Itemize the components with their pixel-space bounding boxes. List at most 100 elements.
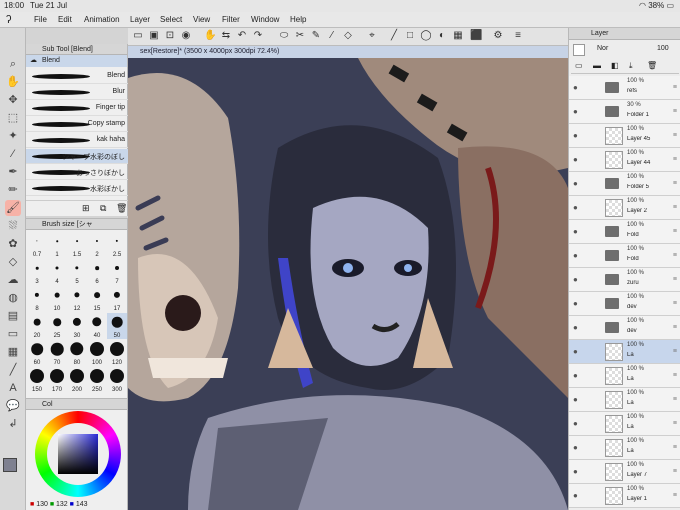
subtool-active-tab[interactable]: ☁ Blend (26, 55, 127, 67)
undo-icon[interactable]: ↶ (236, 30, 248, 42)
brush-size-option[interactable]: 0.7 (27, 232, 47, 258)
layer-drag-handle-icon[interactable]: ≡ (673, 204, 677, 211)
layer-row[interactable]: ● 100 % Layer 44 ≡ (569, 148, 680, 172)
visibility-eye-icon[interactable]: ● (573, 227, 583, 237)
layer-row[interactable]: ● 100 % La ≡ (569, 412, 680, 436)
new-layer-icon[interactable]: ▭ (575, 61, 583, 70)
hand-icon[interactable]: ✋ (204, 30, 216, 42)
copy-subtool-icon[interactable]: ⧉ (100, 203, 106, 214)
delete-subtool-icon[interactable]: 🗑 (116, 203, 127, 214)
gradient-tool-icon[interactable]: ▤ (5, 308, 21, 324)
visibility-eye-icon[interactable]: ● (573, 371, 583, 381)
decoration-tool-icon[interactable]: ✿ (5, 236, 21, 252)
eyedropper-icon[interactable]: ⁄ (326, 30, 338, 42)
hand-tool-icon[interactable]: ✋ (5, 74, 21, 90)
layer-drag-handle-icon[interactable]: ≡ (673, 84, 677, 91)
layer-drag-handle-icon[interactable]: ≡ (673, 372, 677, 379)
balloon-tool-icon[interactable]: 💬 (5, 398, 21, 414)
layer-row[interactable]: ● 100 % La ≡ (569, 364, 680, 388)
visibility-eye-icon[interactable]: ● (573, 299, 583, 309)
layer-row[interactable]: ● 30 % Folder 1 ≡ (569, 100, 680, 124)
eraser-tool-icon[interactable]: ◇ (5, 254, 21, 270)
brush-size-option[interactable]: 50 (107, 313, 127, 339)
text-tool-icon[interactable]: A (5, 380, 21, 396)
brush-size-option[interactable]: 70 (47, 340, 67, 366)
visibility-eye-icon[interactable]: ● (573, 83, 583, 93)
layer-drag-handle-icon[interactable]: ≡ (673, 180, 677, 187)
ellipse-icon[interactable]: ◯ (420, 30, 432, 42)
fill-bucket-icon[interactable]: ◐ (436, 30, 448, 42)
main-color-swatch[interactable] (3, 458, 17, 472)
brush-size-option[interactable]: 40 (87, 313, 107, 339)
brush-size-option[interactable]: 120 (107, 340, 127, 366)
visibility-eye-icon[interactable]: ● (573, 251, 583, 261)
layer-color-icon[interactable] (573, 44, 585, 56)
brush-size-option[interactable]: 1.5 (67, 232, 87, 258)
brush-item[interactable]: あっさりぼかし (26, 165, 128, 180)
app-logo-icon[interactable]: ʔ (6, 14, 12, 26)
layer-row[interactable]: ● 100 % dev ≡ (569, 292, 680, 316)
brush-item[interactable]: Blur (26, 85, 128, 100)
brush-size-option[interactable]: 60 (27, 340, 47, 366)
menu-file[interactable]: File (34, 15, 47, 24)
canvas-area[interactable]: sex[Restore]* (3500 x 4000px 300dpi 72.4… (128, 46, 568, 510)
layer-row[interactable]: ● 100 % Layer 2 ≡ (569, 196, 680, 220)
brush-size-option[interactable]: 8 (27, 286, 47, 312)
opacity-value[interactable]: 100 (657, 45, 669, 52)
layer-drag-handle-icon[interactable]: ≡ (673, 108, 677, 115)
line-icon[interactable]: ╱ (388, 30, 400, 42)
layer-row[interactable]: ● 100 % zuru ≡ (569, 268, 680, 292)
brush-size-option[interactable]: 4 (47, 259, 67, 285)
layer-row[interactable]: ● 100 % Layer 7 ≡ (569, 460, 680, 484)
brush-size-option[interactable]: 3 (27, 259, 47, 285)
menu-edit[interactable]: Edit (58, 15, 72, 24)
saturation-value-square[interactable] (58, 434, 98, 474)
visibility-eye-icon[interactable]: ● (573, 467, 583, 477)
brush-size-option[interactable]: 1 (47, 232, 67, 258)
layer-drag-handle-icon[interactable]: ≡ (673, 132, 677, 139)
layer-row[interactable]: ● 100 % Fold ≡ (569, 244, 680, 268)
new-folder-icon[interactable]: ▬ (593, 61, 601, 70)
move-tool-icon[interactable]: ✥ (5, 92, 21, 108)
menu-select[interactable]: Select (160, 15, 182, 24)
mirror-icon[interactable]: ⇆ (220, 30, 232, 42)
cut-icon[interactable]: ✂ (294, 30, 306, 42)
visibility-eye-icon[interactable]: ● (573, 395, 583, 405)
brush-size-option[interactable]: 2.5 (107, 232, 127, 258)
brush-size-option[interactable]: 80 (67, 340, 87, 366)
visibility-eye-icon[interactable]: ● (573, 203, 583, 213)
rect-icon[interactable]: □ (404, 30, 416, 42)
layer-row[interactable]: ● 100 % La ≡ (569, 436, 680, 460)
menu-filter[interactable]: Filter (222, 15, 240, 24)
menu-animation[interactable]: Animation (84, 15, 120, 24)
layer-drag-handle-icon[interactable]: ≡ (673, 228, 677, 235)
layer-row[interactable]: ● 100 % Folder 5 ≡ (569, 172, 680, 196)
correct-line-tool-icon[interactable]: ↲ (5, 416, 21, 432)
fill-icon[interactable]: ⬭ (278, 30, 290, 42)
merge-icon[interactable]: ⤓ (629, 61, 633, 71)
auto-select-tool-icon[interactable]: ✦ (5, 128, 21, 144)
brush-size-option[interactable]: 300 (107, 367, 127, 393)
layer-drag-handle-icon[interactable]: ≡ (673, 468, 677, 475)
menu-layer[interactable]: Layer (130, 15, 150, 24)
brush-item[interactable]: Blend (26, 69, 128, 84)
layer-drag-handle-icon[interactable]: ≡ (673, 348, 677, 355)
brush-size-option[interactable]: 150 (27, 367, 47, 393)
mask-icon[interactable]: ◧ (611, 61, 619, 70)
brush-size-option[interactable]: 2 (87, 232, 107, 258)
eraser-icon[interactable]: ◇ (342, 30, 354, 42)
brush-size-option[interactable]: 20 (27, 313, 47, 339)
layer-drag-handle-icon[interactable]: ≡ (673, 492, 677, 499)
visibility-eye-icon[interactable]: ● (573, 419, 583, 429)
brush-item-selected[interactable]: シャープ水彩のぼし (26, 149, 128, 164)
layer-row[interactable]: ● 100 % dev ≡ (569, 316, 680, 340)
visibility-eye-icon[interactable]: ● (573, 323, 583, 333)
gradient-icon[interactable]: ▦ (452, 30, 464, 42)
canvas-tab[interactable]: sex[Restore]* (3500 x 4000px 300dpi 72.4… (128, 46, 568, 58)
brush-size-option[interactable]: 12 (67, 286, 87, 312)
settings-icon[interactable]: ⚙ (492, 30, 504, 42)
pen-icon[interactable]: ✎ (310, 30, 322, 42)
brush-item[interactable]: 水彩ぼかし (26, 181, 128, 196)
palette-icon[interactable]: ⬛ (470, 30, 482, 42)
visibility-eye-icon[interactable]: ● (573, 443, 583, 453)
